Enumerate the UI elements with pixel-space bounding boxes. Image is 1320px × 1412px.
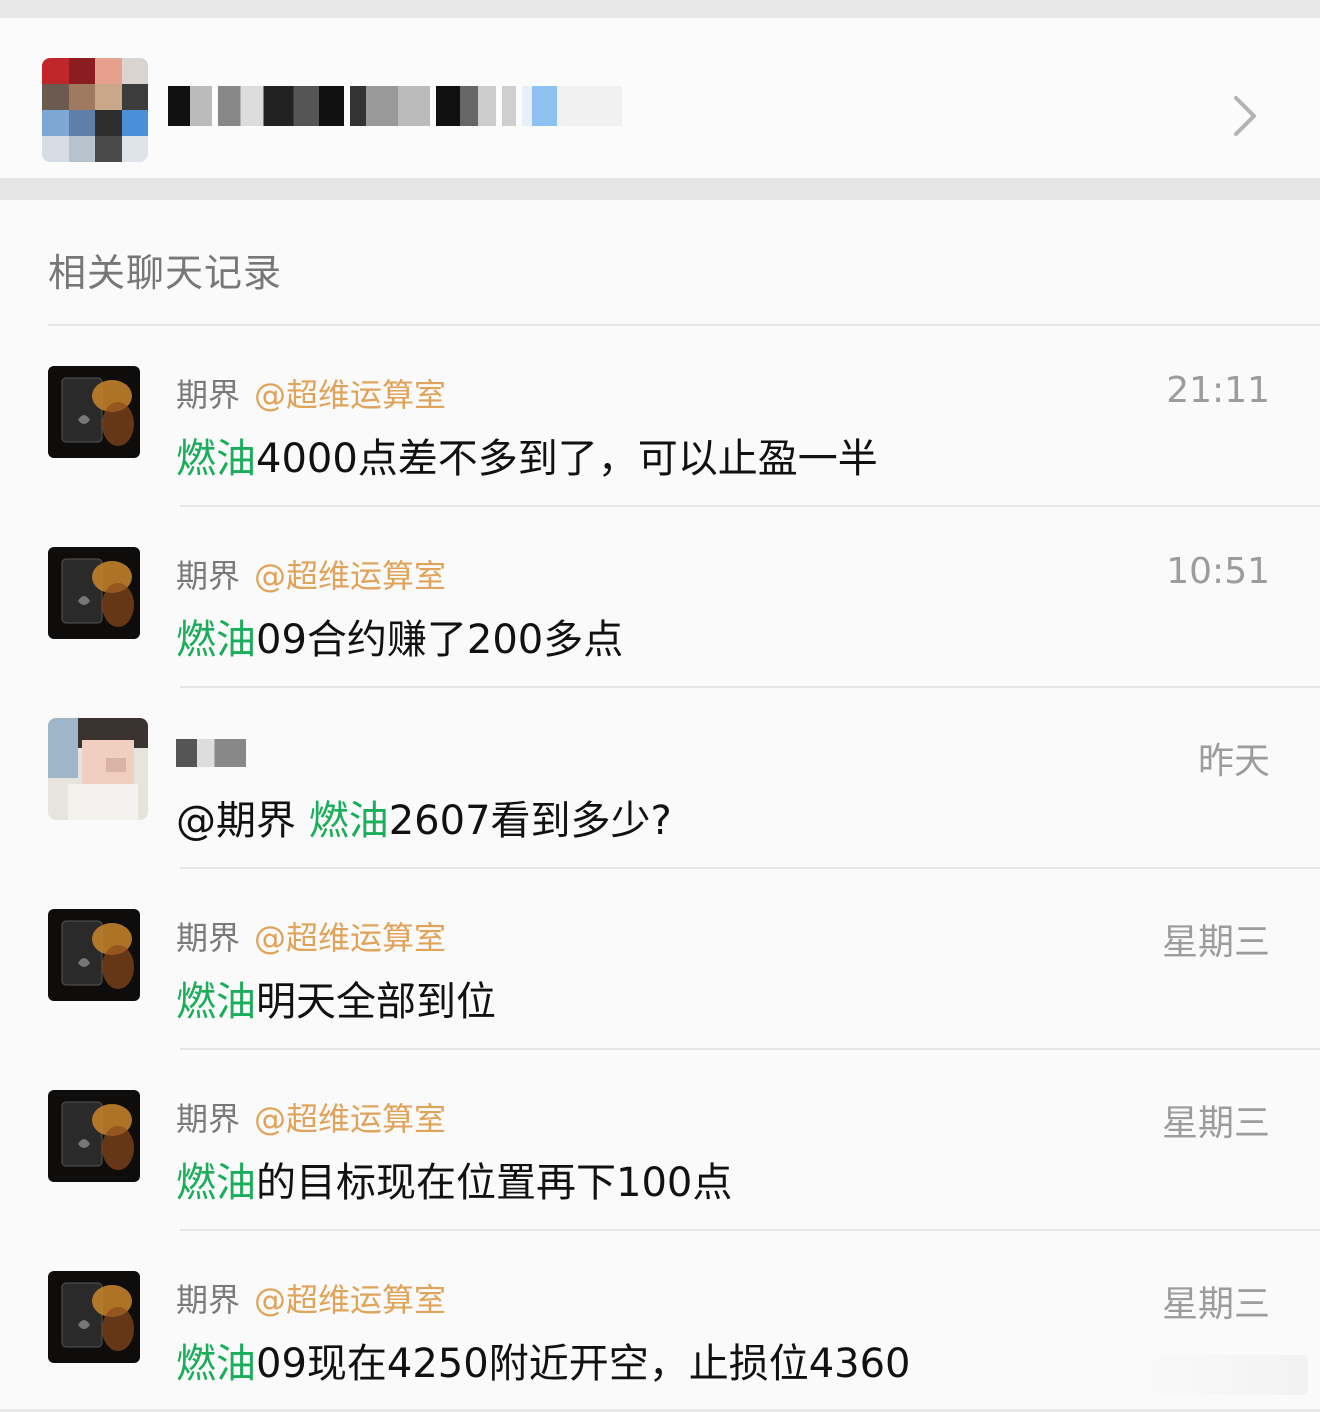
top-strip — [0, 0, 1320, 18]
chat-record-item[interactable]: 期界 @超维运算室 21:11 燃油4000点差不多到了，可以止盈一半 — [0, 326, 1320, 507]
mention: @超维运算室 — [254, 919, 447, 957]
message-text: 09现在4250附近开空，止损位4360 — [256, 1341, 911, 1387]
message-time: 10:51 — [1166, 551, 1270, 592]
mention: @超维运算室 — [254, 1100, 447, 1138]
chat-record-item[interactable]: 期界 @超维运算室 星期三 燃油的目标现在位置再下100点 — [0, 1050, 1320, 1231]
sender-line: 期界 @超维运算室 — [176, 551, 446, 597]
group-name-redacted — [168, 84, 622, 128]
message-time: 21:11 — [1166, 370, 1270, 411]
sender-name: 期界 — [176, 376, 241, 414]
keyword-highlight: 燃油 — [176, 617, 256, 663]
dark-card-avatar — [48, 909, 140, 1001]
sender-name: 期界 — [176, 557, 241, 595]
group-header[interactable] — [0, 18, 1320, 178]
dark-card-avatar — [48, 1271, 140, 1363]
mention: @超维运算室 — [254, 557, 447, 595]
keyword-highlight: 燃油 — [176, 436, 256, 482]
mention: @超维运算室 — [254, 376, 447, 414]
message-text: 4000点差不多到了，可以止盈一半 — [256, 436, 878, 482]
sender-name: 期界 — [176, 919, 241, 957]
group-avatar — [42, 58, 148, 162]
sender-name: 期界 — [176, 1281, 241, 1319]
keyword-highlight: 燃油 — [176, 1341, 256, 1387]
keyword-highlight: 燃油 — [308, 798, 389, 844]
message-time: 星期三 — [1161, 1103, 1270, 1144]
message-content: 燃油09合约赚了200多点 — [176, 607, 623, 665]
keyword-highlight: 燃油 — [176, 1160, 256, 1206]
message-time: 星期三 — [1161, 922, 1270, 963]
chat-record-item[interactable]: 期界 @超维运算室 星期三 燃油明天全部到位 — [0, 869, 1320, 1050]
sender-line: 期界 @超维运算室 — [176, 1275, 446, 1321]
message-time: 昨天 — [1197, 741, 1270, 782]
dark-card-avatar — [48, 1090, 140, 1182]
chevron-right-icon[interactable] — [1224, 90, 1264, 142]
dark-card-avatar — [48, 366, 140, 458]
message-text: 09合约赚了200多点 — [256, 617, 624, 663]
message-time: 星期三 — [1161, 1284, 1270, 1325]
related-chat-list: 相关聊天记录 期界 @超维运算室 21:11 燃油4000点差不多到了，可以止盈一… — [0, 200, 1320, 1409]
chat-record-item[interactable]: 昨天 @期界 燃油2607看到多少? — [0, 688, 1320, 869]
section-title: 相关聊天记录 — [48, 251, 283, 295]
message-text: 明天全部到位 — [256, 979, 496, 1025]
sender-line — [176, 732, 246, 770]
scroll-indicator — [1128, 1355, 1308, 1395]
message-prefix: @期界 — [176, 798, 309, 844]
dark-card-avatar — [48, 547, 140, 639]
keyword-highlight: 燃油 — [176, 979, 256, 1025]
message-text: 的目标现在位置再下100点 — [256, 1160, 733, 1206]
sender-line: 期界 @超维运算室 — [176, 913, 446, 959]
chat-record-item[interactable]: 期界 @超维运算室 10:51 燃油09合约赚了200多点 — [0, 507, 1320, 688]
message-content: 燃油4000点差不多到了，可以止盈一半 — [176, 426, 878, 484]
message-content: 燃油明天全部到位 — [176, 969, 496, 1027]
message-content: @期界 燃油2607看到多少? — [176, 788, 672, 846]
redacted-sender-name — [176, 739, 246, 767]
sender-line: 期界 @超维运算室 — [176, 1094, 446, 1140]
section-gap — [0, 178, 1320, 200]
message-content: 燃油的目标现在位置再下100点 — [176, 1150, 732, 1208]
mention: @超维运算室 — [254, 1281, 447, 1319]
message-text: 2607看到多少? — [388, 798, 672, 844]
sender-name: 期界 — [176, 1100, 241, 1138]
chat-record-item[interactable]: 期界 @超维运算室 星期三 燃油09现在4250附近开空，止损位4360 — [0, 1231, 1320, 1412]
sender-line: 期界 @超维运算室 — [176, 370, 446, 416]
message-content: 燃油09现在4250附近开空，止损位4360 — [176, 1331, 911, 1389]
blurred-person-avatar — [48, 718, 148, 820]
